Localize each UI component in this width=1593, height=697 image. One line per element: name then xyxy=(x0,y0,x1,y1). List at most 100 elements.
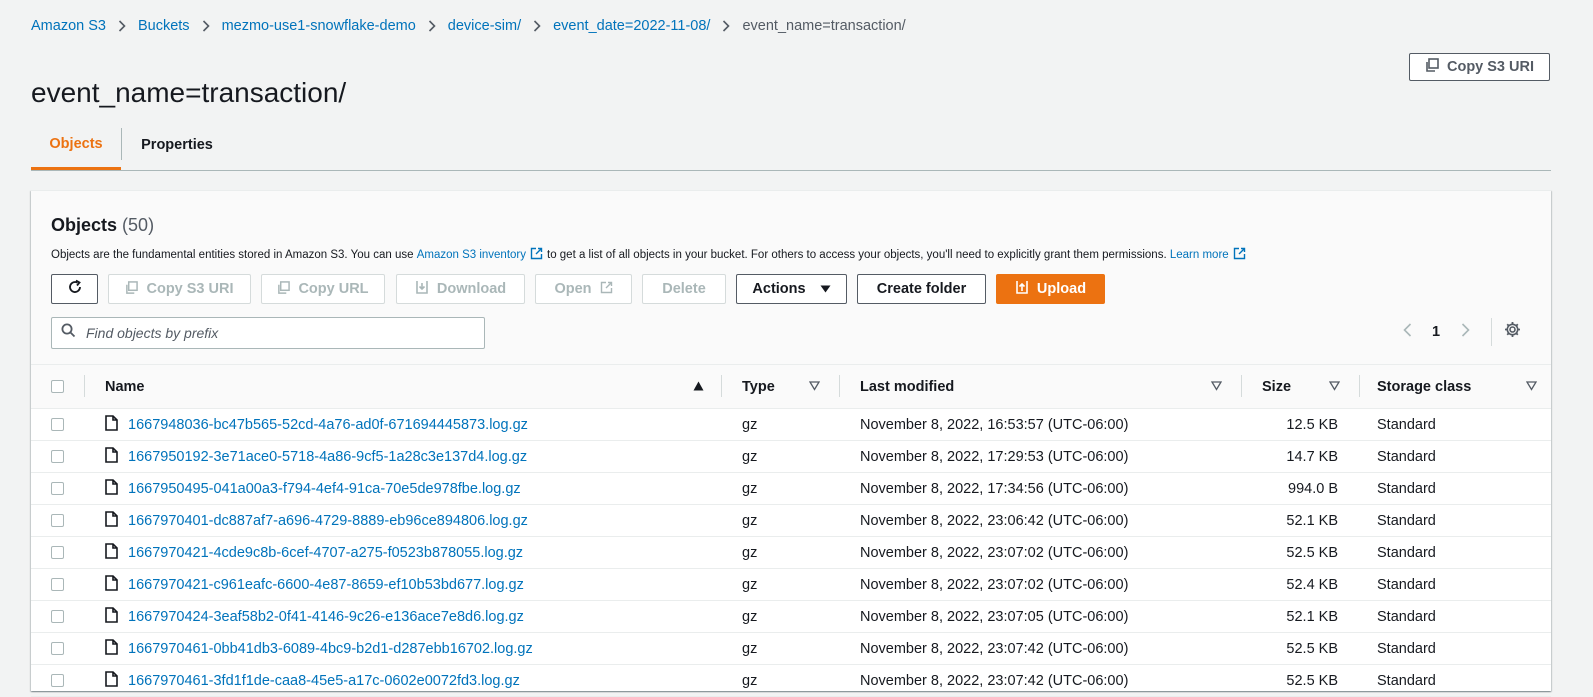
size-cell: 14.7 KB xyxy=(1242,440,1360,473)
search-input[interactable] xyxy=(84,324,468,342)
size-cell: 52.5 KB xyxy=(1242,632,1360,665)
create-folder-label: Create folder xyxy=(876,281,967,297)
copy-s3-uri-button[interactable]: Copy S3 URI xyxy=(108,274,251,304)
size-cell: 12.5 KB xyxy=(1242,408,1360,441)
upload-icon xyxy=(1015,280,1029,298)
table-header-row: Name Type Last modified Size Storage cla… xyxy=(31,365,1551,409)
table-row[interactable]: 1667970421-4cde9c8b-6cef-4707-a275-f0523… xyxy=(31,536,1551,569)
table-row[interactable]: 1667970424-3eaf58b2-0f41-4146-9c26-e136a… xyxy=(31,600,1551,633)
size-cell: 994.0 B xyxy=(1242,472,1360,505)
tab-objects[interactable]: Objects xyxy=(31,120,121,170)
row-checkbox[interactable] xyxy=(51,546,64,560)
row-select-cell xyxy=(31,632,85,665)
actions-dropdown[interactable]: Actions xyxy=(736,274,847,304)
download-label: Download xyxy=(436,281,507,297)
row-checkbox[interactable] xyxy=(51,418,64,432)
delete-button[interactable]: Delete xyxy=(642,274,726,304)
column-header-storage-class[interactable]: Storage class xyxy=(1360,365,1551,409)
row-checkbox[interactable] xyxy=(51,578,64,592)
column-header-type[interactable]: Type xyxy=(722,365,840,409)
last-modified-cell: November 8, 2022, 23:07:02 (UTC-06:00) xyxy=(840,568,1242,601)
table-row[interactable]: 1667970401-dc887af7-a696-4729-8889-eb96c… xyxy=(31,504,1551,537)
row-select-cell xyxy=(31,408,85,441)
table-row[interactable]: 1667950192-3e71ace0-5718-4a86-9cf5-1a28c… xyxy=(31,440,1551,473)
file-icon xyxy=(105,414,118,435)
sort-icon[interactable] xyxy=(808,379,821,395)
upload-button[interactable]: Upload xyxy=(996,274,1105,304)
size-cell: 52.1 KB xyxy=(1242,600,1360,633)
object-name-link[interactable]: 1667970421-c961eafc-6600-4e87-8659-ef10b… xyxy=(128,577,524,593)
chevron-left-icon[interactable] xyxy=(1393,322,1421,342)
last-modified-cell: November 8, 2022, 17:29:53 (UTC-06:00) xyxy=(840,440,1242,473)
object-name-link[interactable]: 1667970424-3eaf58b2-0f41-4146-9c26-e136a… xyxy=(128,609,524,625)
copy-s3-uri-header-button[interactable]: Copy S3 URI xyxy=(1409,53,1550,81)
sort-icon[interactable] xyxy=(1525,379,1538,395)
row-checkbox[interactable] xyxy=(51,482,64,496)
breadcrumb-amazon-s3[interactable]: Amazon S3 xyxy=(31,18,106,34)
sort-icon[interactable] xyxy=(1328,379,1341,395)
row-checkbox[interactable] xyxy=(51,514,64,528)
row-checkbox[interactable] xyxy=(51,642,64,656)
table-row[interactable]: 1667948036-bc47b565-52cd-4a76-ad0f-67169… xyxy=(31,408,1551,441)
open-label: Open xyxy=(554,281,592,297)
object-name-link[interactable]: 1667970421-4cde9c8b-6cef-4707-a275-f0523… xyxy=(128,545,523,561)
download-button[interactable]: Download xyxy=(396,274,525,304)
chevron-right-icon[interactable] xyxy=(1451,322,1479,342)
sort-icon[interactable] xyxy=(1210,379,1223,395)
sort-ascending-icon[interactable] xyxy=(693,379,704,395)
page-number[interactable]: 1 xyxy=(1421,324,1451,340)
row-checkbox[interactable] xyxy=(51,610,64,624)
table-row[interactable]: 1667970461-3fd1f1de-caa8-45e5-a17c-0602e… xyxy=(31,664,1551,697)
object-name-link[interactable]: 1667970401-dc887af7-a696-4729-8889-eb96c… xyxy=(128,513,528,529)
breadcrumb: Amazon S3 Buckets mezmo-use1-snowflake-d… xyxy=(31,18,906,34)
column-header-name[interactable]: Name xyxy=(85,365,722,409)
table-row[interactable]: 1667970461-0bb41db3-6089-4bc9-b2d1-d287e… xyxy=(31,632,1551,665)
name-cell: 1667950192-3e71ace0-5718-4a86-9cf5-1a28c… xyxy=(85,440,722,473)
object-name-link[interactable]: 1667970461-0bb41db3-6089-4bc9-b2d1-d287e… xyxy=(128,641,533,657)
objects-panel-header: Objects (50) Objects are the fundamental… xyxy=(31,191,1551,365)
object-name-link[interactable]: 1667948036-bc47b565-52cd-4a76-ad0f-67169… xyxy=(128,417,528,433)
refresh-button[interactable] xyxy=(51,274,98,304)
delete-label: Delete xyxy=(662,281,706,297)
pagination: 1 xyxy=(1393,318,1521,346)
row-checkbox[interactable] xyxy=(51,450,64,464)
breadcrumb-bucket[interactable]: mezmo-use1-snowflake-demo xyxy=(222,18,416,34)
chevron-right-icon xyxy=(423,18,441,34)
name-cell: 1667948036-bc47b565-52cd-4a76-ad0f-67169… xyxy=(85,408,722,441)
column-type-label: Type xyxy=(742,378,775,395)
create-folder-button[interactable]: Create folder xyxy=(857,274,986,304)
gear-icon[interactable] xyxy=(1504,321,1521,343)
name-cell: 1667970401-dc887af7-a696-4729-8889-eb96c… xyxy=(85,504,722,537)
breadcrumb-event-date[interactable]: event_date=2022-11-08/ xyxy=(553,18,710,34)
copy-url-button[interactable]: Copy URL xyxy=(261,274,385,304)
type-cell: gz xyxy=(722,408,840,441)
name-cell: 1667970424-3eaf58b2-0f41-4146-9c26-e136a… xyxy=(85,600,722,633)
breadcrumb-buckets[interactable]: Buckets xyxy=(138,18,190,34)
objects-panel: Objects (50) Objects are the fundamental… xyxy=(31,190,1551,697)
copy-s3-uri-header-label: Copy S3 URI xyxy=(1446,59,1534,75)
last-modified-cell: November 8, 2022, 23:07:05 (UTC-06:00) xyxy=(840,600,1242,633)
storage-class-cell: Standard xyxy=(1360,440,1551,473)
copy-s3-uri-label: Copy S3 URI xyxy=(146,281,234,297)
download-icon xyxy=(415,280,429,298)
column-header-size[interactable]: Size xyxy=(1242,365,1360,409)
storage-class-cell: Standard xyxy=(1360,600,1551,633)
size-cell: 52.5 KB xyxy=(1242,664,1360,697)
table-row[interactable]: 1667970421-c961eafc-6600-4e87-8659-ef10b… xyxy=(31,568,1551,601)
copy-icon xyxy=(125,280,139,298)
table-row[interactable]: 1667950495-041a00a3-f794-4ef4-91ca-70e5d… xyxy=(31,472,1551,505)
select-all-checkbox[interactable] xyxy=(51,380,64,394)
open-button[interactable]: Open xyxy=(535,274,632,304)
object-name-link[interactable]: 1667950192-3e71ace0-5718-4a86-9cf5-1a28c… xyxy=(128,449,527,465)
breadcrumb-device-sim[interactable]: device-sim/ xyxy=(448,18,521,34)
learn-more-link[interactable]: Learn more xyxy=(1170,249,1229,261)
tab-properties[interactable]: Properties xyxy=(122,120,232,169)
row-checkbox[interactable] xyxy=(51,674,64,688)
object-name-link[interactable]: 1667970461-3fd1f1de-caa8-45e5-a17c-0602e… xyxy=(128,673,520,689)
inventory-link[interactable]: Amazon S3 inventory xyxy=(417,249,526,261)
chevron-right-icon xyxy=(113,18,131,34)
column-header-last-modified[interactable]: Last modified xyxy=(840,365,1242,409)
desc-text-1: Objects are the fundamental entities sto… xyxy=(51,249,414,261)
last-modified-cell: November 8, 2022, 23:07:02 (UTC-06:00) xyxy=(840,536,1242,569)
object-name-link[interactable]: 1667950495-041a00a3-f794-4ef4-91ca-70e5d… xyxy=(128,481,521,497)
